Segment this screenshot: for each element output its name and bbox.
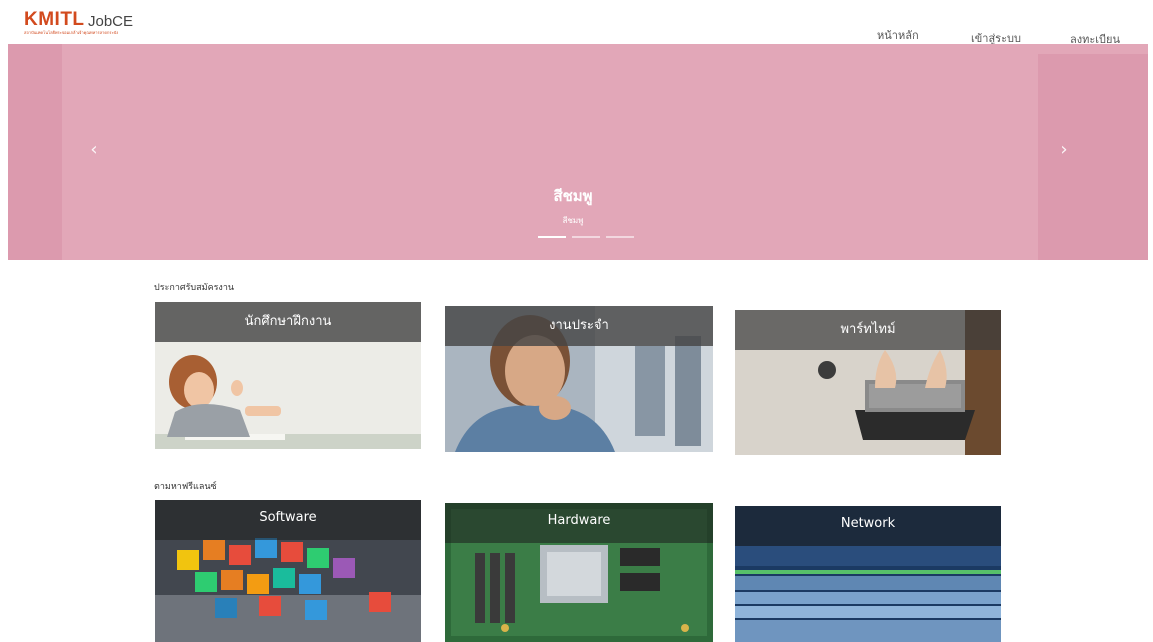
carousel-indicator[interactable]	[606, 236, 634, 238]
software-card-label: Software	[155, 500, 421, 540]
hardware-card-label: Hardware	[445, 503, 713, 543]
software-freelance-card[interactable]: Software	[155, 500, 421, 642]
brand-name[interactable]: JobCE	[88, 13, 133, 30]
fulltime-card-label: งานประจำ	[445, 306, 713, 346]
intern-job-card[interactable]: นักศึกษาฝึกงาน	[155, 302, 421, 449]
nav-home-link[interactable]: หน้าหลัก	[877, 26, 919, 44]
carousel-indicators	[538, 236, 634, 238]
parttime-job-card[interactable]: พาร์ทไทม์	[735, 310, 1001, 455]
parttime-card-label: พาร์ทไทม์	[735, 310, 1001, 350]
kmitl-logo-subtext: สถาบันเทคโนโลยีพระจอมเกล้าเจ้าคุณทหารลาด…	[24, 30, 119, 35]
navbar: KMITL สถาบันเทคโนโลยีพระจอมเกล้าเจ้าคุณท…	[0, 0, 1153, 46]
carousel-caption-title: สีชมพู	[553, 187, 593, 205]
hero-carousel: ‹ › สีชมพู สีชมพู	[8, 44, 1148, 260]
jobs-section-title: ประกาศรับสมัครงาน	[154, 283, 235, 293]
carousel-left-panel	[8, 44, 62, 260]
hardware-freelance-card[interactable]: Hardware	[445, 503, 713, 642]
chevron-right-icon[interactable]: ›	[1050, 136, 1078, 164]
chevron-left-icon[interactable]: ‹	[80, 136, 108, 164]
network-card-label: Network	[735, 506, 1001, 546]
carousel-caption: สีชมพู สีชมพู	[508, 184, 638, 227]
intern-card-label: นักศึกษาฝึกงาน	[155, 302, 421, 342]
fulltime-job-card[interactable]: งานประจำ	[445, 306, 713, 452]
carousel-caption-subtitle: สีชมพู	[562, 216, 584, 225]
network-freelance-card[interactable]: Network	[735, 506, 1001, 642]
carousel-indicator[interactable]	[538, 236, 566, 238]
carousel-indicator[interactable]	[572, 236, 600, 238]
freelance-section-title: ตามหาฟรีแลนซ์	[154, 482, 217, 492]
